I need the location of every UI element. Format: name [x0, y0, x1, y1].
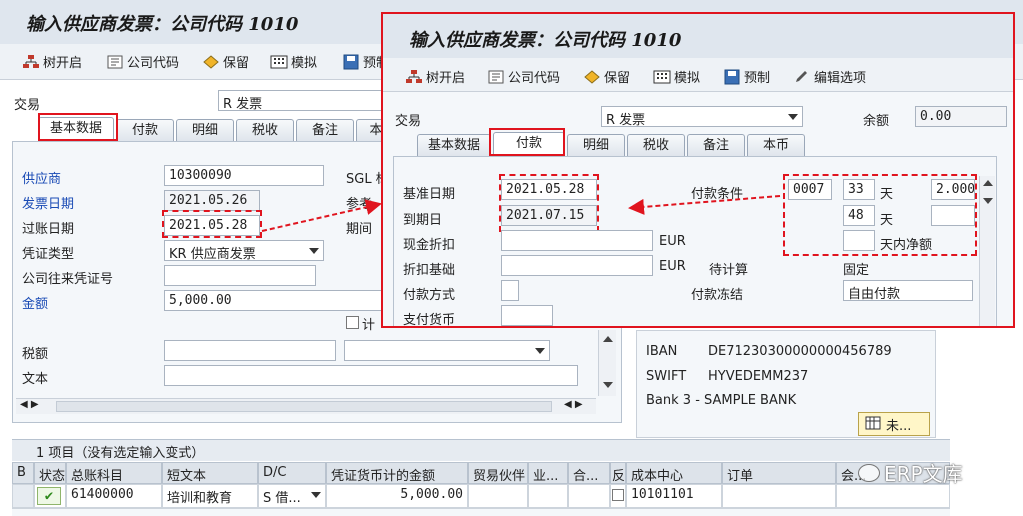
- arrow-posting-to-baseline: [261, 199, 382, 232]
- arrow-terms-to-due-date: [628, 195, 781, 215]
- connector-arrows: [261, 195, 781, 232]
